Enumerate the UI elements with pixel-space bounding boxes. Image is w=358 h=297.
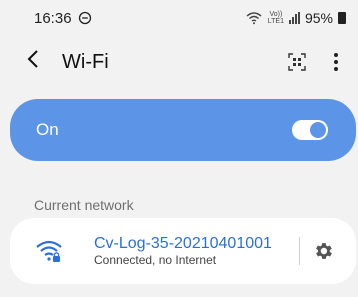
chevron-left-icon (27, 50, 38, 68)
divider (299, 237, 300, 265)
network-text: Cv-Log-35-20210401001 Connected, no Inte… (94, 234, 299, 268)
back-button[interactable] (26, 49, 62, 75)
network-status: Connected, no Internet (94, 253, 217, 267)
network-name: Cv-Log-35-20210401001 (94, 235, 272, 252)
more-options-icon-dot (334, 53, 338, 57)
gear-icon[interactable] (312, 240, 334, 262)
volte-indicator: Vo)) LTE1 (267, 11, 284, 25)
qr-scan-icon (288, 53, 306, 71)
wifi-status-icon (246, 12, 262, 25)
status-left: 16:36 (34, 10, 92, 27)
status-right: Vo)) LTE1 95% (245, 10, 346, 26)
more-options-icon-dot (334, 67, 338, 71)
do-not-disturb-icon (78, 11, 91, 25)
toggle-knob (310, 122, 326, 138)
qr-scan-button[interactable] (284, 49, 310, 75)
more-options-icon-dot (334, 60, 338, 64)
current-network-heading: Current network (34, 197, 134, 213)
battery-percent: 95% (304, 10, 333, 26)
more-options-button[interactable] (326, 49, 346, 75)
wifi-secured-icon (36, 240, 62, 262)
wifi-on-label: On (36, 120, 59, 139)
wifi-toggle-switch[interactable] (292, 120, 328, 140)
app-bar: Wi-Fi (0, 40, 358, 84)
signal-icon (288, 12, 300, 24)
battery-icon (338, 12, 346, 24)
status-time: 16:36 (34, 9, 72, 27)
page-title: Wi-Fi (62, 50, 109, 73)
status-bar: 16:36 Vo)) LTE1 95% (0, 0, 358, 36)
wifi-master-toggle-row[interactable]: On (10, 99, 356, 161)
current-network-item[interactable]: Cv-Log-35-20210401001 Connected, no Inte… (10, 218, 356, 284)
